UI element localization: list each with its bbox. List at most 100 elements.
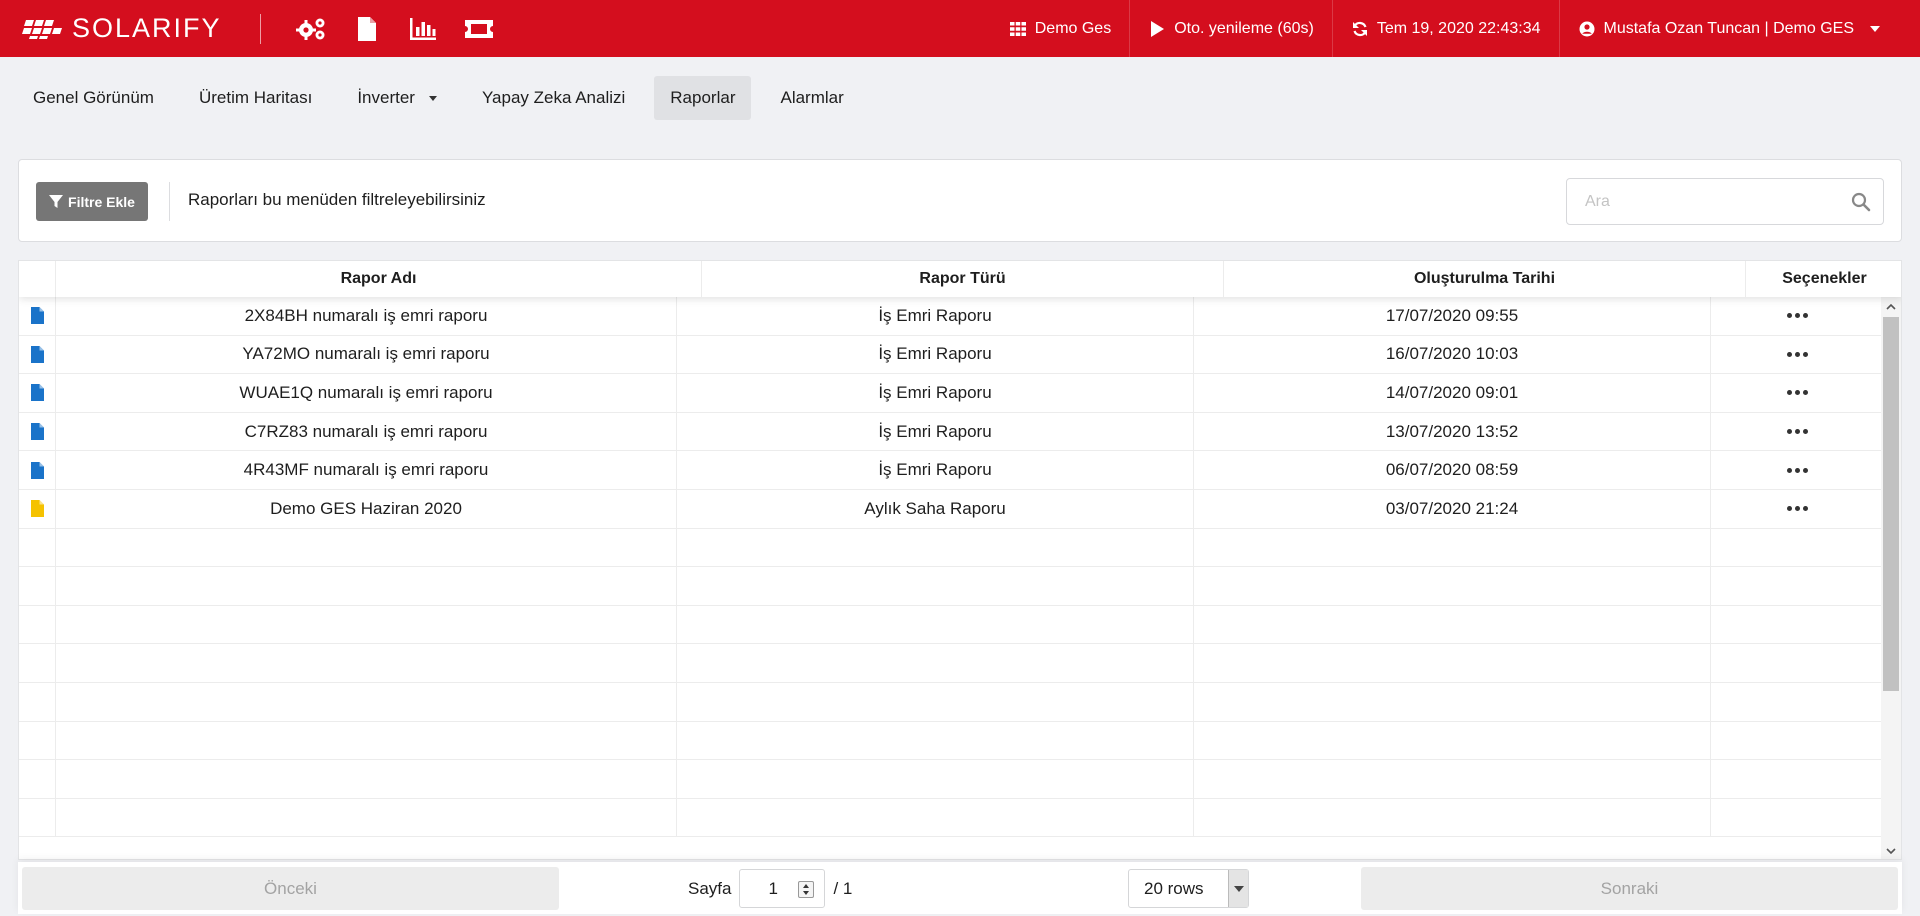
nav-alarmlar[interactable]: Alarmlar — [764, 76, 859, 120]
row-icon-cell — [19, 451, 56, 489]
filter-hint-text: Raporları bu menüden filtreleyebilirsini… — [188, 190, 486, 209]
nav-genel-gorunum[interactable]: Genel Görünüm — [17, 76, 170, 120]
header-icon-col — [19, 261, 56, 297]
solar-panel-logo-icon — [22, 19, 62, 39]
site-selector[interactable]: Demo Ges — [991, 0, 1129, 57]
user-menu[interactable]: Mustafa Ozan Tuncan | Demo GES — [1558, 0, 1920, 57]
report-name-cell[interactable]: 4R43MF numaralı iş emri raporu — [56, 451, 677, 489]
settings-gears-icon[interactable] — [295, 15, 327, 43]
report-name-cell — [56, 528, 677, 567]
created-date-cell — [1194, 682, 1711, 721]
options-cell — [1711, 490, 1883, 528]
rows-per-page-select[interactable]: 20 rows — [1128, 869, 1249, 908]
auto-refresh-toggle[interactable]: Oto. yenileme (60s) — [1129, 0, 1332, 57]
created-date-cell — [1194, 760, 1711, 798]
created-date-cell — [1194, 721, 1711, 760]
report-name-cell — [56, 567, 677, 605]
options-cell — [1711, 374, 1883, 412]
report-name-cell[interactable]: WUAE1Q numaralı iş emri raporu — [56, 374, 677, 412]
report-name-cell[interactable]: Demo GES Haziran 2020 — [56, 489, 677, 528]
document-icon — [30, 384, 44, 402]
created-date-cell — [1194, 605, 1711, 644]
search-icon[interactable] — [1851, 192, 1871, 212]
previous-page-button[interactable]: Önceki — [22, 867, 559, 910]
row-icon-cell — [19, 528, 56, 567]
page-number-input[interactable]: 1 — [739, 869, 826, 908]
report-name-cell[interactable]: C7RZ83 numaralı iş emri raporu — [56, 412, 677, 451]
created-date-cell: 16/07/2020 10:03 — [1194, 335, 1711, 374]
table-row[interactable]: WUAE1Q numaralı iş emri raporu İş Emri Ra… — [19, 374, 1883, 413]
report-type-cell — [677, 798, 1194, 837]
report-type-cell — [677, 528, 1194, 567]
ticket-icon[interactable] — [463, 15, 495, 43]
options-cell — [1711, 413, 1883, 451]
total-pages: / 1 — [833, 878, 853, 898]
brand-name: SOLARIFY — [72, 13, 222, 43]
more-options-icon[interactable] — [1781, 384, 1814, 401]
report-type-cell — [677, 760, 1194, 798]
nav-label: Yapay Zeka Analizi — [481, 88, 626, 107]
table-scrollbar[interactable] — [1881, 297, 1901, 859]
more-options-icon[interactable] — [1781, 462, 1814, 479]
table-row[interactable]: 2X84BH numaralı iş emri raporu İş Emri Ra… — [19, 297, 1883, 336]
created-date-cell: 17/07/2020 09:55 — [1194, 297, 1711, 335]
main-nav: Genel Görünüm Üretim Haritası İnverter Y… — [17, 76, 873, 120]
page-indicator: Sayfa 1 / 1 — [688, 867, 852, 910]
refresh-icon — [1351, 20, 1369, 38]
refresh-datetime[interactable]: Tem 19, 2020 22:43:34 — [1331, 0, 1559, 57]
document-icon — [30, 500, 44, 518]
scroll-up-icon[interactable] — [1885, 301, 1897, 313]
options-cell — [1711, 799, 1883, 837]
current-page: 1 — [768, 879, 778, 898]
nav-yapay-zeka-analizi[interactable]: Yapay Zeka Analizi — [466, 76, 641, 120]
row-icon-cell — [19, 374, 56, 412]
options-cell — [1711, 683, 1883, 721]
table-row[interactable]: C7RZ83 numaralı iş emri raporu İş Emri Ra… — [19, 412, 1883, 452]
more-options-icon[interactable] — [1781, 346, 1814, 363]
table-row[interactable]: Demo GES Haziran 2020 Aylık Saha Raporu 03… — [19, 489, 1883, 529]
bar-chart-icon[interactable] — [407, 15, 439, 43]
topbar-divider — [259, 13, 261, 44]
created-date-cell: 03/07/2020 21:24 — [1194, 489, 1711, 528]
header-report-name[interactable]: Rapor Adı — [56, 261, 702, 297]
reports-table: Rapor Adı Rapor Türü Oluşturulma Tarihi … — [18, 260, 1902, 860]
report-type-cell: İş Emri Raporu — [677, 451, 1194, 489]
more-options-icon[interactable] — [1781, 500, 1814, 517]
created-date-cell: 13/07/2020 13:52 — [1194, 412, 1711, 451]
created-date-cell: 14/07/2020 09:01 — [1194, 374, 1711, 412]
nav-uretim-haritasi[interactable]: Üretim Haritası — [183, 76, 328, 120]
add-filter-label: Filtre Ekle — [68, 193, 135, 210]
empty-table-row — [19, 798, 1883, 838]
page-spinner-icon[interactable] — [798, 881, 815, 898]
header-created-date[interactable]: Oluşturulma Tarihi — [1224, 261, 1746, 297]
report-name-cell[interactable]: 2X84BH numaralı iş emri raporu — [56, 297, 677, 335]
table-row[interactable]: 4R43MF numaralı iş emri raporu İş Emri Ra… — [19, 451, 1883, 490]
table-row[interactable]: YA72MO numaralı iş emri raporu İş Emri Ra… — [19, 335, 1883, 375]
empty-table-row — [19, 567, 1883, 606]
brand-logo[interactable]: SOLARIFY — [22, 0, 222, 57]
rows-per-page-value: 20 rows — [1144, 879, 1204, 898]
more-options-icon[interactable] — [1781, 307, 1814, 324]
created-date-cell — [1194, 567, 1711, 605]
report-type-cell: İş Emri Raporu — [677, 412, 1194, 451]
document-icon — [30, 345, 44, 363]
more-options-icon[interactable] — [1781, 423, 1814, 440]
scrollbar-thumb[interactable] — [1883, 317, 1899, 691]
row-icon-cell — [19, 682, 56, 721]
scroll-down-icon[interactable] — [1885, 845, 1897, 857]
file-icon[interactable] — [351, 15, 383, 43]
row-icon-cell — [19, 297, 56, 335]
search-input[interactable] — [1567, 179, 1837, 224]
empty-table-row — [19, 605, 1883, 645]
options-cell — [1711, 722, 1883, 760]
nav-label: Genel Görünüm — [33, 88, 154, 107]
nav-inverter-dropdown[interactable]: İnverter — [341, 76, 453, 120]
row-icon-cell — [19, 567, 56, 605]
next-page-button[interactable]: Sonraki — [1361, 867, 1898, 910]
add-filter-button[interactable]: Filtre Ekle — [36, 182, 148, 221]
header-report-type[interactable]: Rapor Türü — [702, 261, 1224, 297]
report-name-cell[interactable]: YA72MO numaralı iş emri raporu — [56, 335, 677, 374]
nav-raporlar[interactable]: Raporlar — [654, 76, 752, 120]
pagination-bar: Önceki Sayfa 1 / 1 20 rows Sonraki — [18, 862, 1902, 914]
report-type-cell: İş Emri Raporu — [677, 335, 1194, 374]
